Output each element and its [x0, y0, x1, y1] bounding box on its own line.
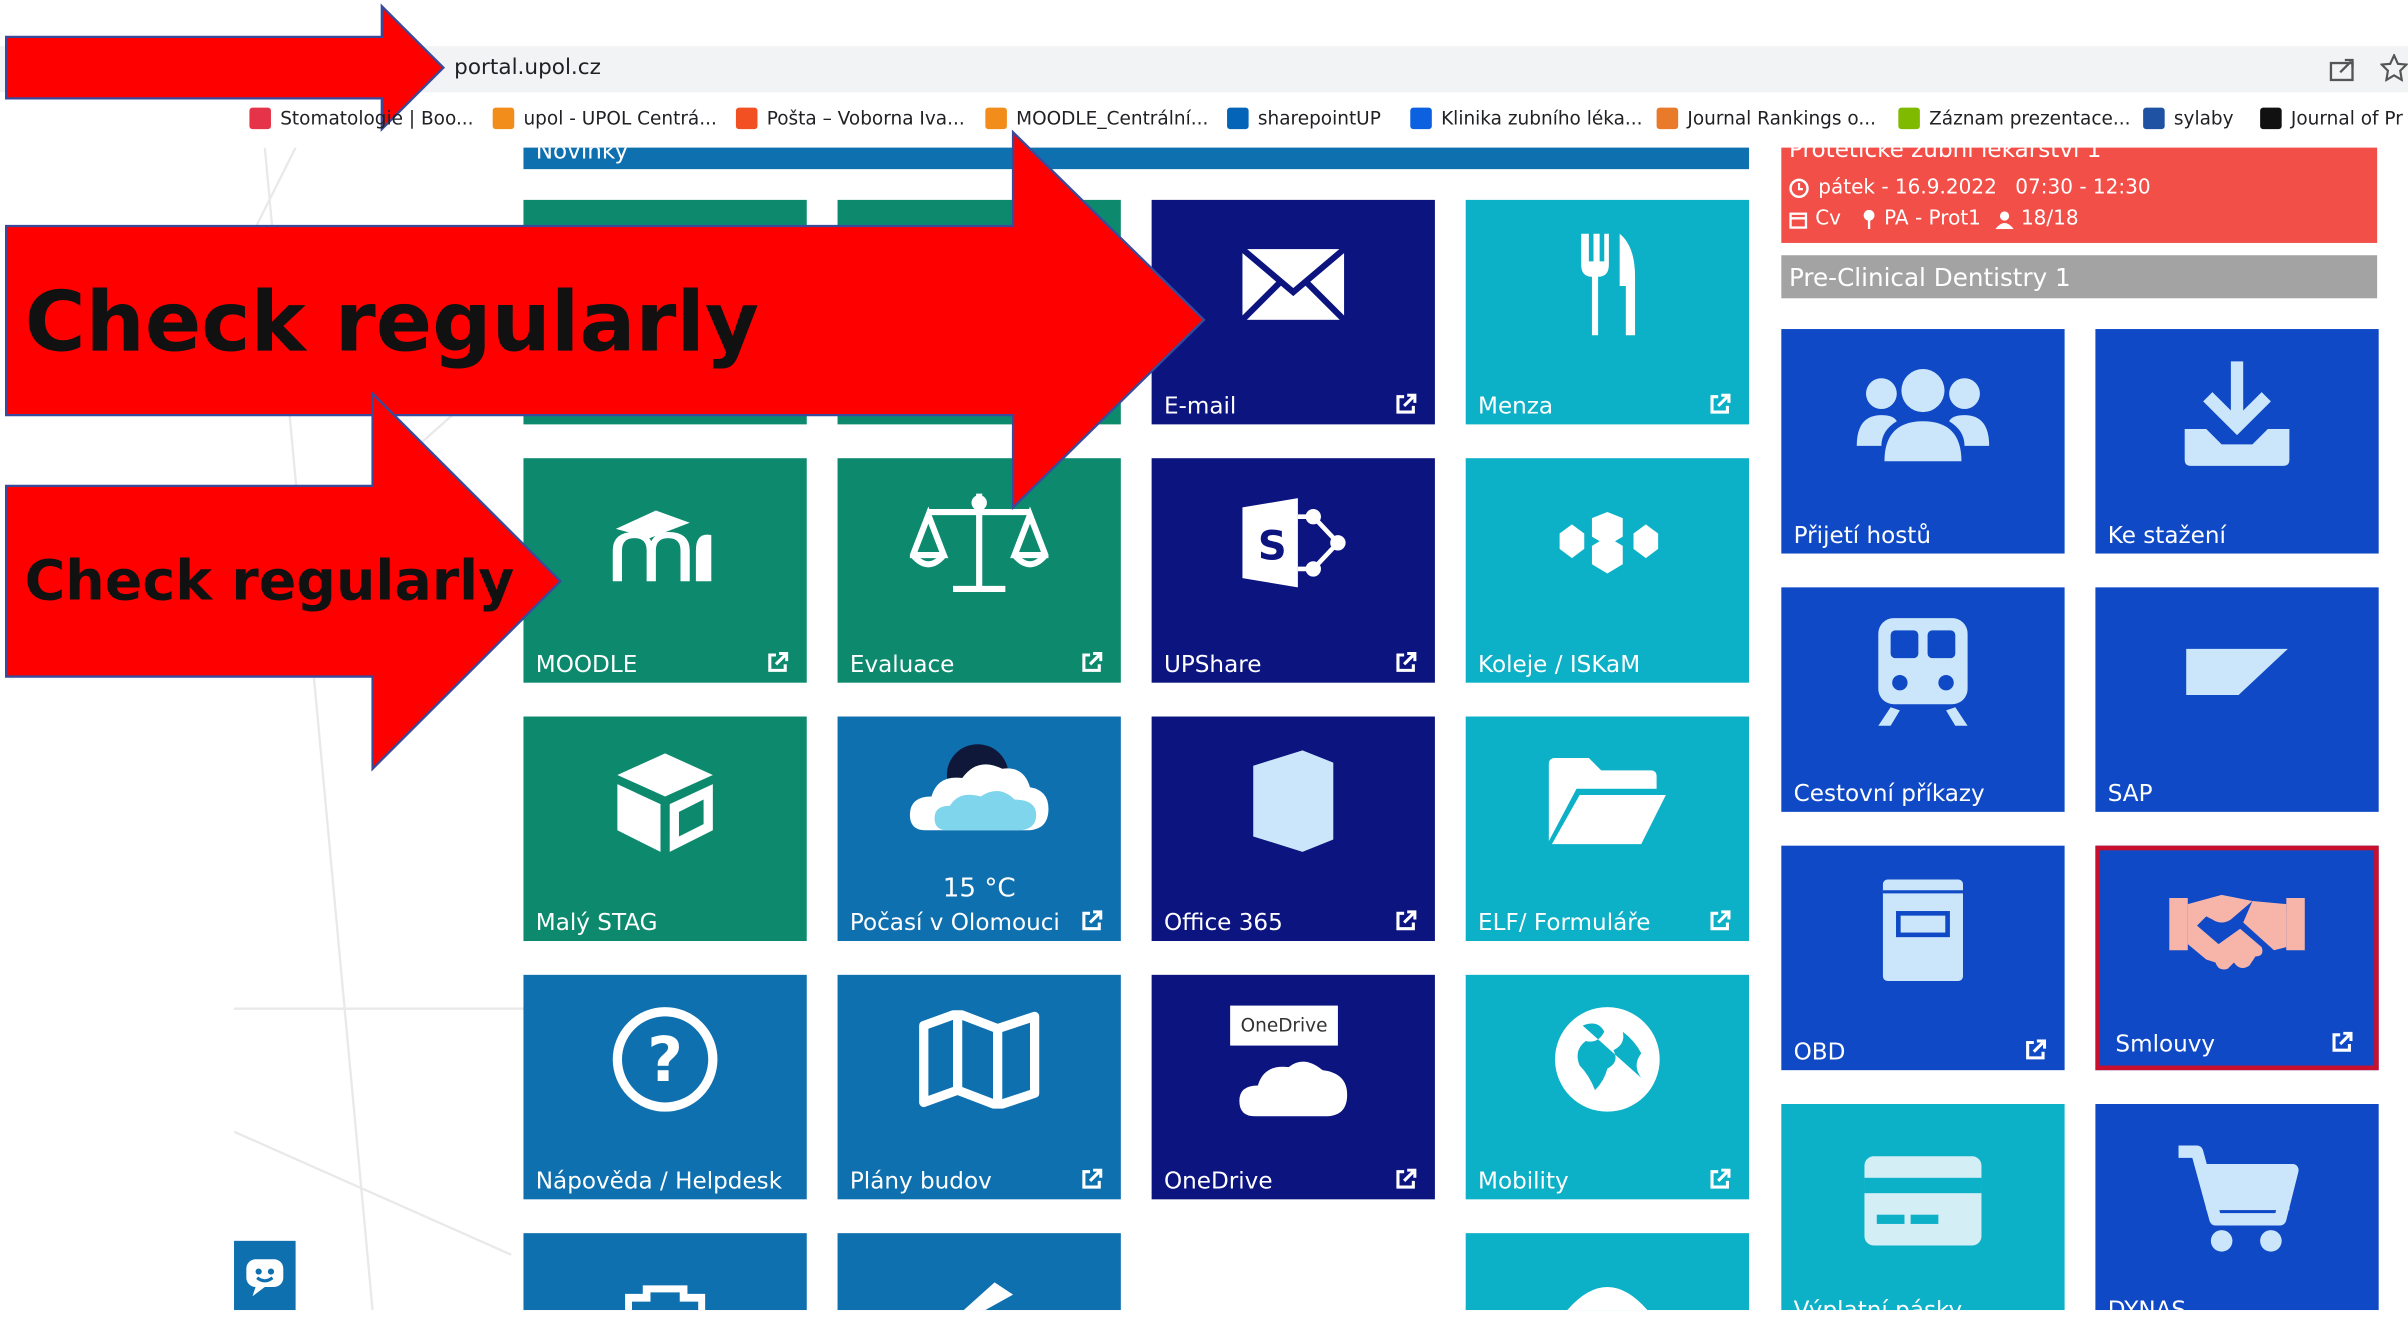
bookmark-label: Stomatologie | Boo...	[280, 107, 474, 130]
bookmark-item[interactable]: MOODLE_Centrální...	[985, 107, 1209, 130]
bookmark-favicon-icon	[1898, 107, 1920, 130]
bookmark-item[interactable]: upol - UPOL Centrá...	[492, 107, 717, 130]
bookmark-favicon-icon	[2143, 107, 2165, 130]
bookmark-item[interactable]: Pošta – Voborna Iva...	[735, 107, 965, 130]
bookmark-item[interactable]: Journal of Pr	[2260, 107, 2403, 130]
bookmark-item[interactable]: sylaby	[2143, 107, 2234, 130]
bookmark-favicon-icon	[1227, 107, 1249, 130]
bookmark-favicon-icon	[1656, 107, 1679, 130]
bookmark-favicon-icon	[735, 107, 758, 130]
bookmark-label: Journal Rankings o...	[1687, 107, 1877, 130]
bookmark-label: MOODLE_Centrální...	[1016, 107, 1209, 130]
bookmark-item[interactable]: Klinika zubního léka...	[1410, 107, 1643, 130]
bookmark-favicon-icon	[492, 107, 515, 130]
bookmark-favicon-icon	[1410, 107, 1432, 130]
bookmark-label: sharepointUP	[1257, 107, 1381, 130]
bookmark-item[interactable]: sharepointUP	[1227, 107, 1381, 130]
annotation-arrows	[5, 3, 1206, 772]
bookmark-label: Záznam prezentace...	[1929, 107, 2131, 130]
bookmark-label: upol - UPOL Centrá...	[523, 107, 717, 130]
annotation-text-large: Check regularly	[24, 273, 760, 371]
bookmark-item[interactable]: Stomatologie | Boo...	[249, 107, 474, 130]
bookmark-item[interactable]: Journal Rankings o...	[1656, 107, 1877, 130]
bookmark-favicon-icon	[249, 107, 271, 130]
bookmark-label: Journal of Pr	[2290, 107, 2403, 130]
bookmark-favicon-icon	[985, 107, 1007, 130]
bookmark-item[interactable]: Záznam prezentace...	[1898, 107, 2131, 130]
bookmark-favicon-icon	[2260, 107, 2282, 130]
annotation-text-small: Check regularly	[24, 550, 515, 614]
bookmark-label: sylaby	[2173, 107, 2234, 130]
bookmark-label: Klinika zubního léka...	[1441, 107, 1643, 130]
bookmark-label: Pošta – Voborna Iva...	[766, 107, 965, 130]
